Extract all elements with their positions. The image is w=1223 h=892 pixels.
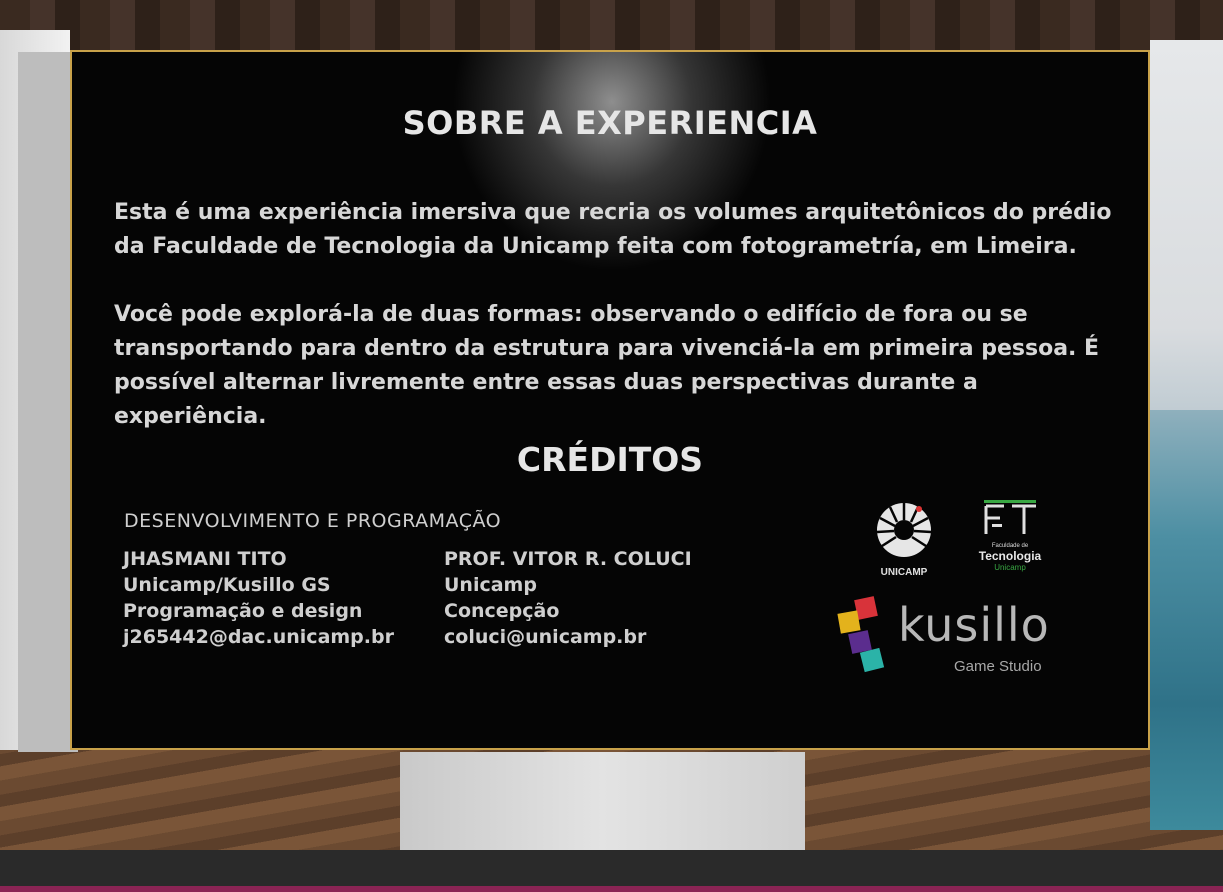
- person-affiliation: Unicamp/Kusillo GS: [123, 574, 331, 596]
- ft-logo-university: Unicamp: [994, 563, 1026, 572]
- unicamp-emblem-icon: [876, 503, 932, 557]
- credit-person-2: PROF. VITOR R. COLUCI Unicamp Concepção …: [444, 546, 692, 650]
- person-email: j265442@dac.unicamp.br: [123, 626, 394, 648]
- person-affiliation: Unicamp: [444, 574, 537, 596]
- about-title: SOBRE A EXPERIENCIA: [402, 104, 818, 142]
- unicamp-logo-text: UNICAMP: [880, 567, 928, 578]
- credits-title: CRÉDITOS: [516, 440, 704, 479]
- ft-logo-title: Tecnologia: [978, 549, 1042, 563]
- person-role: Concepção: [444, 600, 560, 622]
- person-email: coluci@unicamp.br: [444, 626, 647, 648]
- about-paragraph-2: Você pode explorá-la de duas formas: obs…: [114, 302, 1100, 429]
- bottom-bar: [0, 850, 1223, 886]
- unicamp-logo: UNICAMP: [868, 500, 940, 578]
- ft-logo: Faculdade de Tecnologia Unicamp: [970, 498, 1050, 572]
- dev-section-heading: DESENVOLVIMENTO E PROGRAMAÇÃO: [124, 510, 502, 532]
- bottom-accent-strip: [0, 886, 1223, 892]
- person-role: Programação e design: [123, 600, 363, 622]
- kusillo-wordmark: kusillo: [898, 598, 1050, 652]
- ft-monogram-icon: [984, 500, 1036, 534]
- person-name: PROF. VITOR R. COLUCI: [444, 548, 692, 570]
- credit-person-1: JHASMANI TITO Unicamp/Kusillo GS Program…: [123, 546, 394, 650]
- kusillo-blocks-icon: [837, 596, 885, 673]
- about-paragraph-1: Esta é uma experiência imersiva que recr…: [114, 200, 1112, 259]
- kusillo-logo: kusillo Game Studio: [836, 594, 1056, 684]
- person-name: JHASMANI TITO: [123, 548, 287, 570]
- virtual-gallery-scene: SOBRE A EXPERIENCIA Esta é uma experiênc…: [0, 0, 1223, 850]
- sea-view: [1150, 410, 1223, 830]
- panel-pedestal: [400, 752, 805, 850]
- kusillo-subtitle: Game Studio: [954, 658, 1042, 675]
- info-panel: SOBRE A EXPERIENCIA Esta é uma experiênc…: [70, 50, 1150, 750]
- left-wall-panel: [18, 52, 78, 752]
